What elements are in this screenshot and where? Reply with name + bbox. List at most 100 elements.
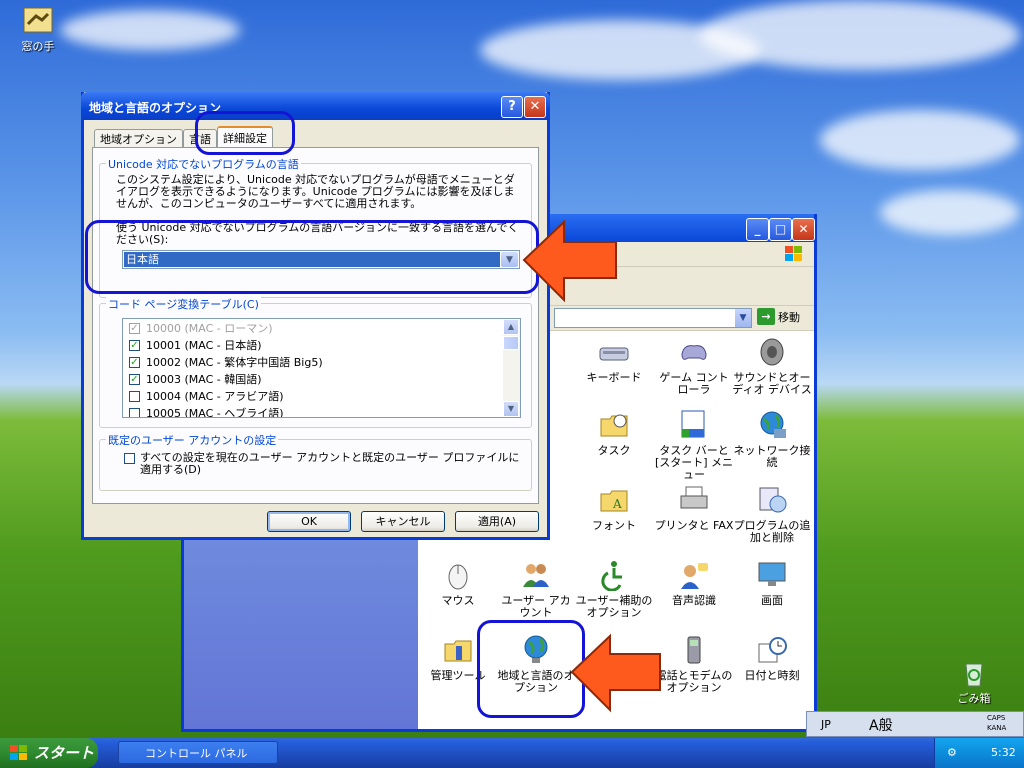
system-tray: ⚙ 5:32: [934, 738, 1024, 768]
cloud: [820, 110, 1020, 170]
caps-indicator: CAPS: [987, 714, 1006, 722]
taskbar-icon: [678, 409, 710, 441]
list-item[interactable]: ✓ 10003 (MAC - 韓国語): [129, 371, 262, 387]
checkbox[interactable]: ✓: [129, 339, 140, 351]
address-field[interactable]: ▼: [554, 308, 752, 328]
scroll-thumb[interactable]: [503, 336, 519, 350]
checkbox[interactable]: ✓: [129, 322, 140, 334]
list-item-label: 10002 (MAC - 繁体字中国語 Big5): [146, 356, 323, 369]
network-icon[interactable]: ⚙: [947, 746, 957, 759]
cp-item-speech[interactable]: 音声認識: [654, 559, 734, 607]
admin-tools-icon: [442, 634, 474, 666]
list-item[interactable]: ✓ 10001 (MAC - 日本語): [129, 337, 262, 353]
cp-item-taskbar[interactable]: タスク バーと [スタート] メニュー: [654, 409, 734, 481]
cloud: [700, 0, 1020, 70]
taskbar-item-label: コントロール パネル: [145, 747, 248, 760]
code-page-list[interactable]: ✓ 10000 (MAC - ローマン) ✓ 10001 (MAC - 日本語) ✓…: [122, 318, 521, 418]
scroll-up-icon[interactable]: ▲: [503, 319, 519, 335]
cp-item-label: タスク: [597, 444, 631, 457]
desktop-icon-label: 窓の手: [21, 40, 55, 53]
dialog-close-button[interactable]: ✕: [524, 96, 546, 118]
cp-item-user-accounts[interactable]: ユーザー アカウント: [496, 559, 576, 619]
phone-icon: [678, 634, 710, 666]
list-item-label: 10000 (MAC - ローマン): [146, 322, 273, 335]
cloud: [60, 10, 240, 50]
clock[interactable]: 5:32: [991, 746, 1016, 759]
checkbox[interactable]: ✓: [129, 356, 140, 368]
cp-item-accessibility[interactable]: ユーザー補助のオプション: [574, 559, 654, 619]
cp-item-keyboard[interactable]: キーボード: [574, 336, 654, 384]
cancel-button[interactable]: キャンセル: [361, 511, 445, 532]
checkbox[interactable]: ✓: [129, 373, 140, 385]
taskbar: スタート コントロール パネル ⚙ 5:32: [0, 738, 1024, 768]
close-icon: ✕: [529, 99, 541, 114]
list-item[interactable]: 10004 (MAC - アラビア語): [129, 388, 284, 404]
desktop-icon-label: ごみ箱: [957, 692, 991, 705]
group-legend: 既定のユーザー アカウントの設定: [106, 432, 279, 448]
handshake-icon: [22, 4, 54, 36]
globe-network-icon: [756, 409, 788, 441]
close-button[interactable]: ✕: [792, 218, 815, 241]
go-label: 移動: [778, 310, 800, 324]
svg-text:A: A: [612, 497, 622, 511]
cloud: [880, 190, 1020, 235]
desktop-icon-recycle-bin[interactable]: ごみ箱: [944, 656, 1004, 706]
cp-item-phone-modem[interactable]: 電話とモデムのオプション: [654, 634, 734, 694]
cp-item-label: ゲーム コントローラ: [659, 371, 729, 396]
arrow-icon: [570, 633, 661, 713]
scroll-down-icon[interactable]: ▼: [503, 401, 519, 417]
scrollbar[interactable]: ▲ ▼: [503, 319, 520, 417]
cp-item-label: 電話とモデムのオプション: [655, 669, 733, 694]
ime-mode-indicator[interactable]: A般: [869, 715, 893, 735]
cp-item-tasks[interactable]: タスク: [574, 409, 654, 457]
cp-item-mouse[interactable]: マウス: [418, 559, 498, 607]
speaker-icon: [756, 336, 788, 368]
cp-item-label: サウンドとオーディオ デバイス: [732, 371, 812, 396]
cp-item-add-remove[interactable]: プログラムの追加と削除: [732, 484, 812, 544]
cp-item-network[interactable]: ネットワーク接続: [732, 409, 812, 469]
default-user-group: 既定のユーザー アカウントの設定 すべての設定を現在のユーザー アカウントと既定…: [99, 432, 532, 491]
start-button[interactable]: スタート: [0, 738, 98, 768]
list-item[interactable]: ✓ 10002 (MAC - 繁体字中国語 Big5): [129, 354, 323, 370]
highlight-advanced-tab: [195, 111, 295, 155]
apply-all-checkbox[interactable]: [124, 453, 135, 464]
windows-flag-icon: [10, 745, 27, 760]
cp-item-label: プリンタと FAX: [654, 519, 734, 532]
cp-item-display[interactable]: 画面: [732, 559, 812, 607]
apply-button[interactable]: 適用(A): [455, 511, 539, 532]
cp-item-label: 画面: [761, 594, 783, 607]
cp-item-label: プログラムの追加と削除: [733, 519, 811, 544]
list-item-label: 10005 (MAC - ヘブライ語): [146, 407, 284, 418]
cp-item-date-time[interactable]: 日付と時刻: [732, 634, 812, 682]
help-button[interactable]: ?: [501, 96, 523, 118]
cp-item-label: ユーザー補助のオプション: [575, 594, 653, 619]
language-indicator[interactable]: JP: [821, 718, 831, 731]
folder-fonts-icon: A: [598, 484, 630, 516]
cp-item-printers[interactable]: プリンタと FAX: [654, 484, 734, 532]
recycle-bin-icon: [958, 656, 990, 688]
desktop-icon-madonote[interactable]: 窓の手: [8, 4, 68, 54]
dialog-titlebar[interactable]: 地域と言語のオプション ? ✕: [81, 92, 550, 120]
checkbox[interactable]: [129, 390, 140, 402]
list-item[interactable]: 10005 (MAC - ヘブライ語): [129, 405, 284, 418]
tab-regional-options[interactable]: 地域オプション: [94, 129, 183, 149]
display-icon: [756, 559, 788, 591]
group-legend: Unicode 対応でないプログラムの言語: [106, 156, 301, 172]
list-item[interactable]: ✓ 10000 (MAC - ローマン): [129, 320, 273, 336]
taskbar-item-control-panel[interactable]: コントロール パネル: [118, 741, 278, 764]
maximize-button[interactable]: □: [769, 218, 792, 241]
cp-item-sound[interactable]: サウンドとオーディオ デバイス: [732, 336, 812, 396]
group-legend: コード ページ変換テーブル(C): [106, 296, 261, 312]
tab-panel-advanced: Unicode 対応でないプログラムの言語 このシステム設定により、Unicod…: [92, 147, 539, 504]
kana-indicator: KANA: [987, 724, 1007, 732]
cp-item-fonts[interactable]: A フォント: [574, 484, 654, 532]
checkbox[interactable]: [129, 407, 140, 417]
accessibility-icon: [598, 559, 630, 592]
go-button[interactable]: → 移動: [757, 308, 800, 325]
minimize-button[interactable]: _: [746, 218, 769, 241]
chevron-down-icon[interactable]: ▼: [735, 309, 751, 327]
regional-language-dialog: 地域と言語のオプション ? ✕ 地域オプション 言語 詳細設定 Unicode …: [81, 92, 550, 540]
ok-button[interactable]: OK: [267, 511, 351, 532]
cp-item-game-controllers[interactable]: ゲーム コントローラ: [654, 336, 734, 396]
list-item-label: 10001 (MAC - 日本語): [146, 339, 262, 352]
